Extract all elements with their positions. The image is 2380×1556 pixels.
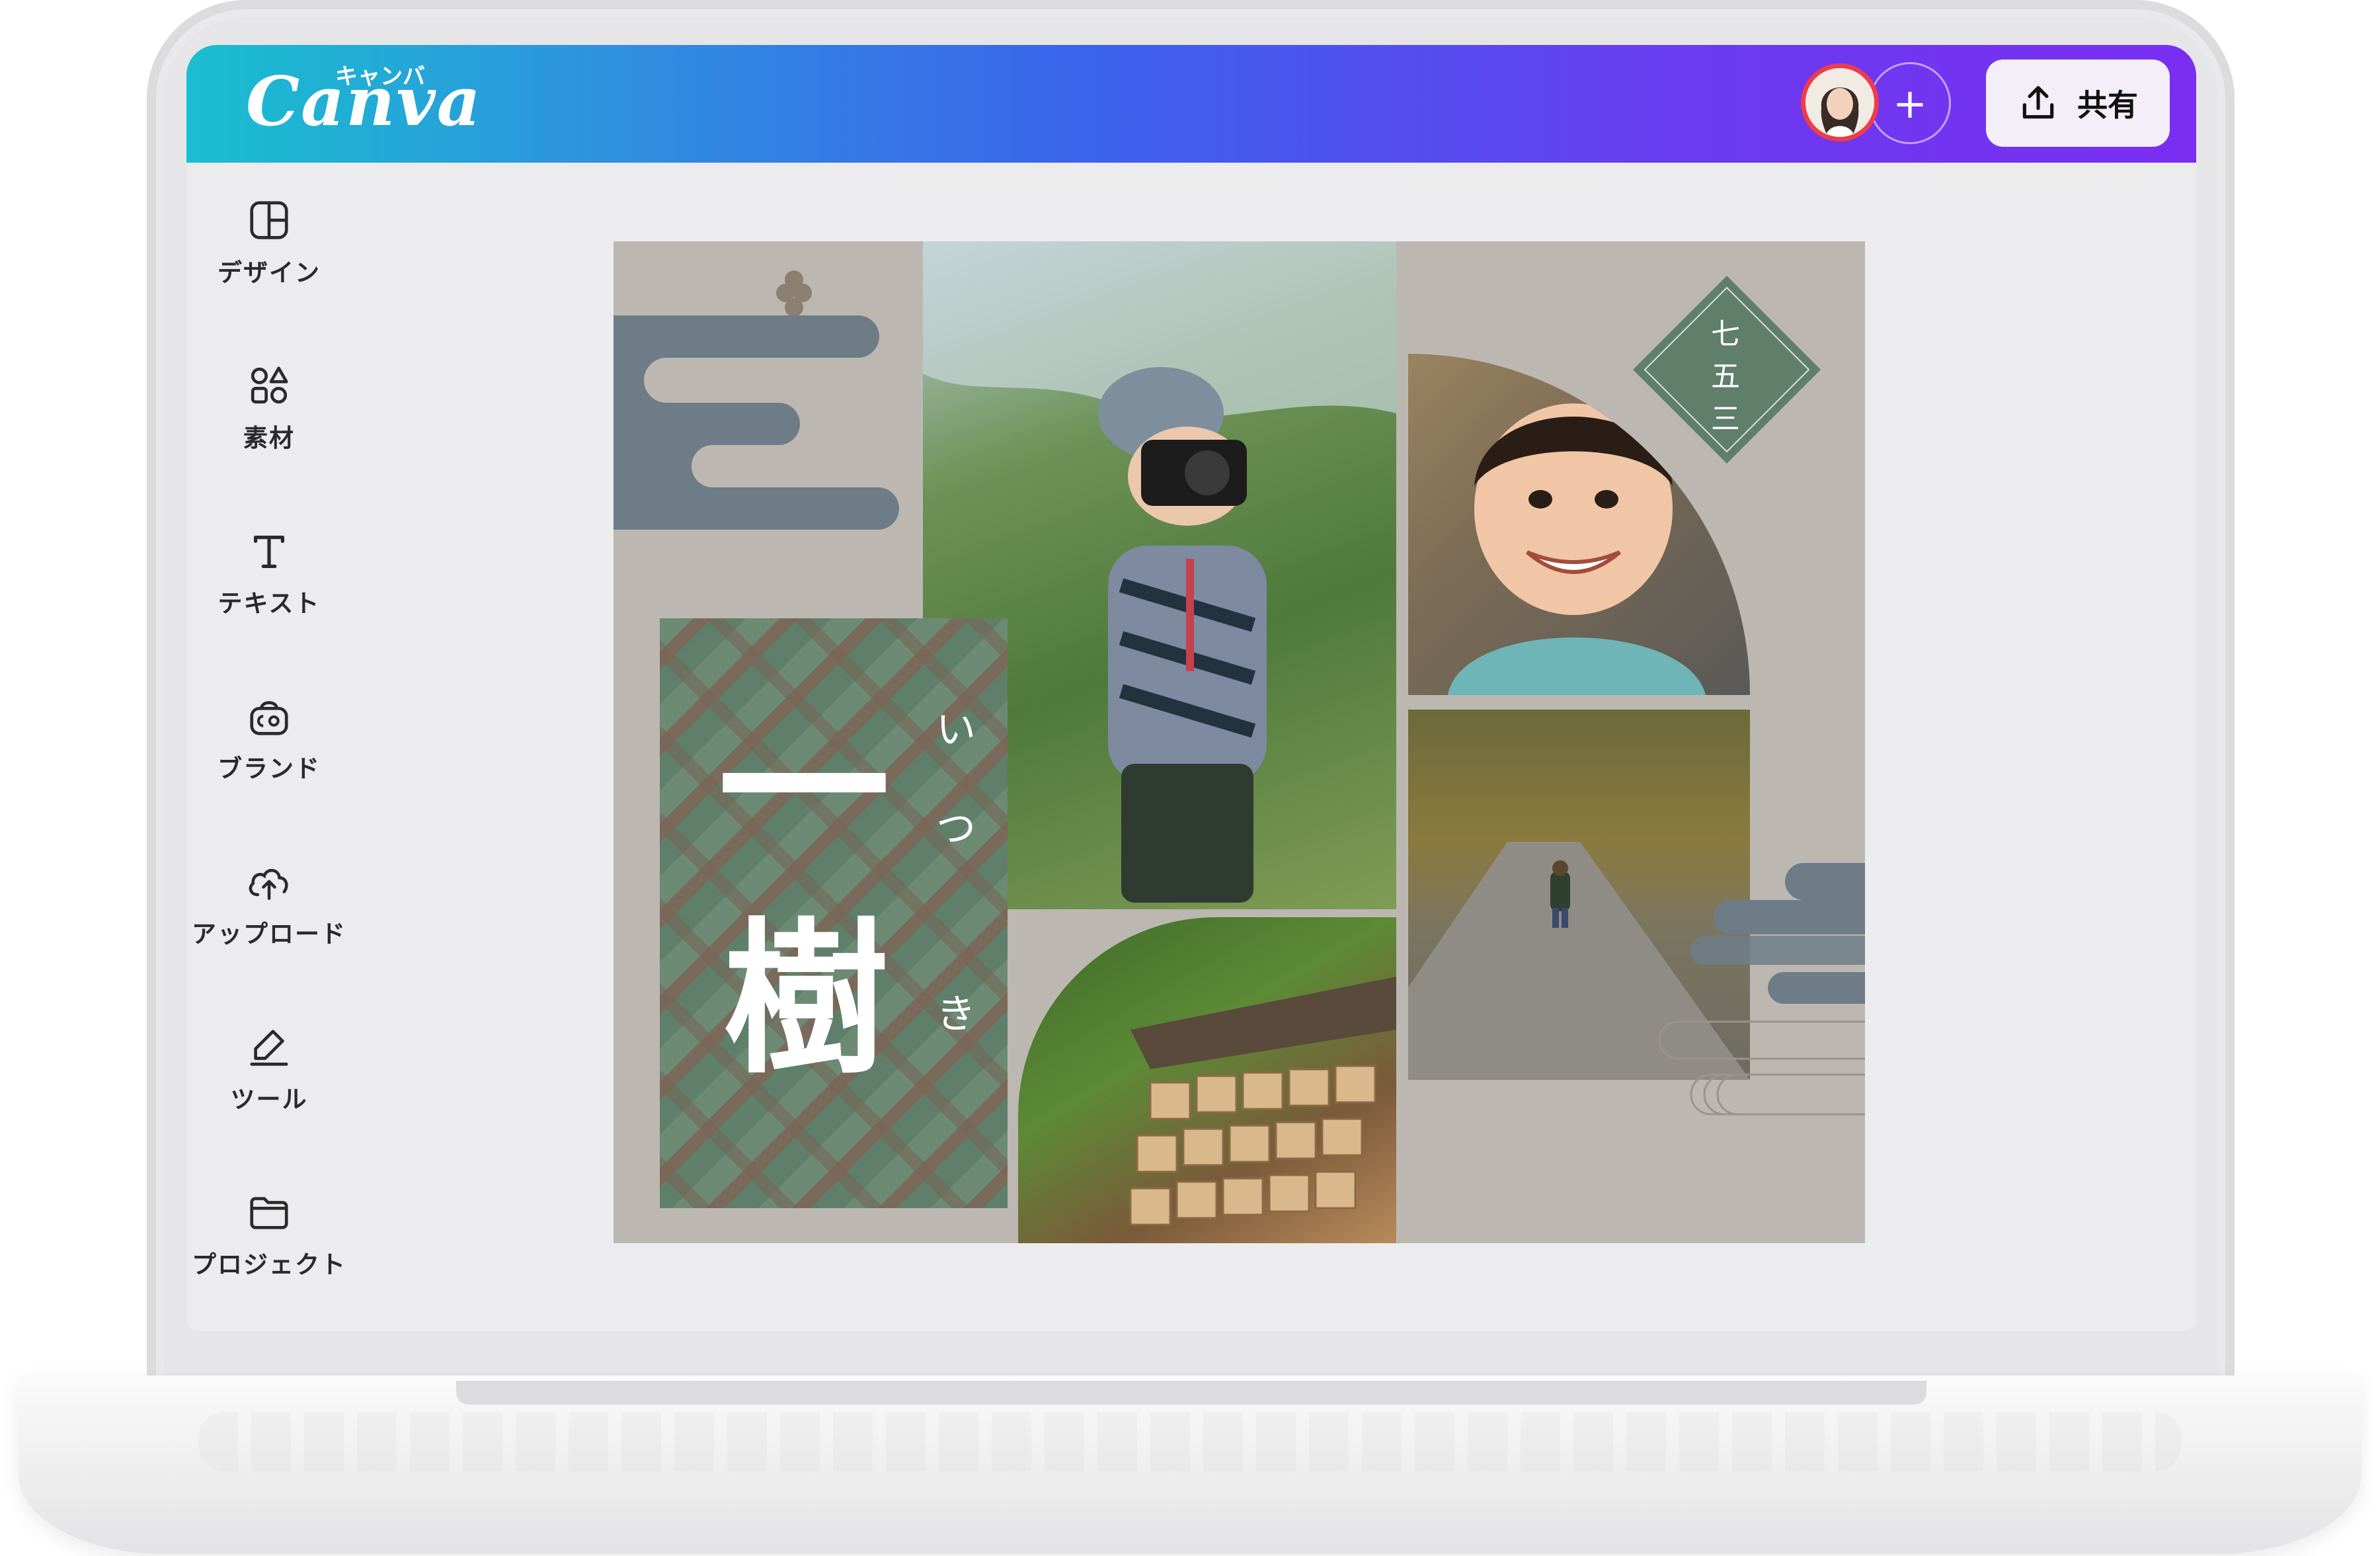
design-canvas[interactable]: 一 樹 い つ き 七 五 三	[614, 241, 1865, 1243]
sidebar-item-uploads[interactable]: アップロード	[186, 858, 352, 991]
sidebar-item-elements[interactable]: 素材	[186, 362, 352, 495]
canva-logo-kana: キャンバ	[335, 63, 425, 90]
name-char-1: 一	[718, 689, 890, 891]
text-icon	[253, 535, 285, 568]
brand-icon	[250, 701, 288, 735]
share-button[interactable]: 共有	[1986, 60, 2170, 147]
upload-share-icon	[2022, 86, 2054, 119]
app-screen: Canva キャンバ + 共有 デザイン 素材 テキスト ブランド アップロード…	[186, 45, 2196, 1331]
shrine-ema-image	[1129, 977, 1396, 1226]
laptop-hinge	[456, 1381, 1926, 1405]
keyboard-area	[198, 1412, 2182, 1471]
sidebar-item-text[interactable]: テキスト	[186, 528, 352, 660]
add-collaborator-button[interactable]: +	[1869, 62, 1951, 144]
layout-icon	[250, 201, 288, 239]
cloud-decoration	[614, 270, 899, 530]
top-bar: Canva キャンバ + 共有	[186, 45, 2196, 163]
name-char-2: 樹	[723, 901, 889, 1096]
sidebar-item-tools[interactable]: ツール	[186, 1024, 352, 1156]
folder-icon	[250, 1197, 288, 1229]
draw-tool-icon	[250, 1030, 288, 1066]
cloud-decoration-right	[1658, 863, 1865, 1116]
share-label: 共有	[2077, 87, 2138, 123]
sidebar-item-label: テキスト	[218, 589, 321, 618]
elements-icon	[251, 366, 288, 404]
name-panel: 一 樹 い つ き	[660, 618, 1008, 1208]
furigana-3: き	[936, 991, 976, 1038]
badge-char-2: 五	[1711, 360, 1740, 393]
sidebar-item-label: プロジェクト	[192, 1250, 346, 1279]
avatar-portrait-icon	[1805, 68, 1874, 137]
badge-char-1: 七	[1711, 317, 1740, 351]
sidebar-item-label: デザイン	[218, 259, 321, 287]
user-avatar[interactable]	[1801, 63, 1879, 142]
sidebar-item-label: アップロード	[192, 920, 346, 948]
shichigosan-badge: 七 五 三	[1633, 276, 1821, 464]
sidebar-item-brand[interactable]: ブランド	[186, 693, 352, 825]
sidebar-item-projects[interactable]: プロジェクト	[186, 1189, 352, 1321]
sidebar-item-label: 素材	[243, 424, 295, 452]
sidebar-item-label: ツール	[230, 1085, 308, 1114]
sidebar-item-design[interactable]: デザイン	[186, 197, 352, 329]
badge-char-3: 三	[1711, 402, 1740, 436]
photo-shrine-ema[interactable]	[1018, 917, 1396, 1243]
sidebar-item-label: ブランド	[218, 755, 321, 783]
left-sidebar: デザイン 素材 テキスト ブランド アップロード ツール プロジェクト	[186, 163, 352, 1331]
furigana-1: い	[936, 707, 976, 753]
furigana-2: つ	[936, 806, 976, 852]
cloud-upload-icon	[249, 869, 288, 900]
